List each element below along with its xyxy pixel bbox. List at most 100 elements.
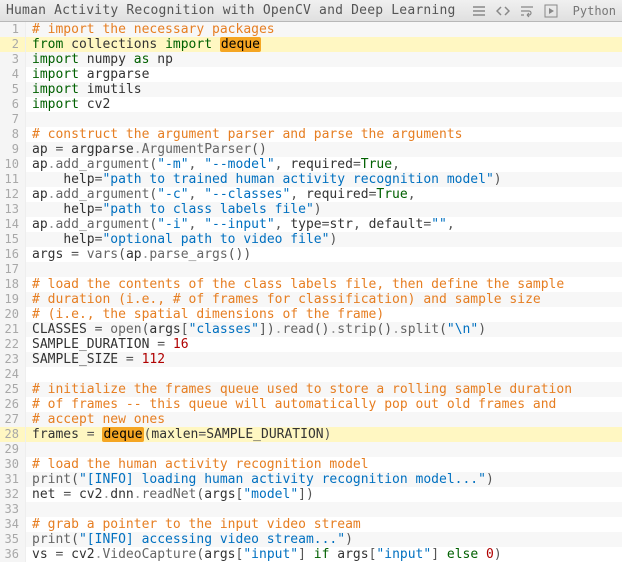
code-line[interactable]: 18# load the contents of the class label… bbox=[0, 277, 622, 292]
language-label[interactable]: Python bbox=[573, 4, 616, 18]
code-line[interactable]: 20# (i.e., the spatial dimensions of the… bbox=[0, 307, 622, 322]
code-line[interactable]: 35print("[INFO] accessing video stream..… bbox=[0, 532, 622, 547]
line-number: 22 bbox=[0, 337, 26, 352]
code-content: # load the contents of the class labels … bbox=[26, 277, 622, 292]
line-number: 23 bbox=[0, 352, 26, 367]
code-content: ap = argparse.ArgumentParser() bbox=[26, 142, 622, 157]
line-number: 21 bbox=[0, 322, 26, 337]
code-line[interactable]: 10ap.add_argument("-m", "--model", requi… bbox=[0, 157, 622, 172]
code-content: # load the human activity recognition mo… bbox=[26, 457, 622, 472]
code-line[interactable]: 26# of frames -- this queue will automat… bbox=[0, 397, 622, 412]
code-line[interactable]: 33 bbox=[0, 502, 622, 517]
code-line[interactable]: 9ap = argparse.ArgumentParser() bbox=[0, 142, 622, 157]
code-line[interactable]: 27# accept new ones bbox=[0, 412, 622, 427]
code-line[interactable]: 3import numpy as np bbox=[0, 52, 622, 67]
code-line[interactable]: 5import imutils bbox=[0, 82, 622, 97]
code-line[interactable]: 34# grab a pointer to the input video st… bbox=[0, 517, 622, 532]
code-content: SAMPLE_DURATION = 16 bbox=[26, 337, 622, 352]
code-editor[interactable]: 1# import the necessary packages2from co… bbox=[0, 22, 622, 566]
code-line[interactable]: 13 help="path to class labels file") bbox=[0, 202, 622, 217]
code-line[interactable]: 12ap.add_argument("-c", "--classes", req… bbox=[0, 187, 622, 202]
code-content: args = vars(ap.parse_args()) bbox=[26, 247, 622, 262]
window-title: Human Activity Recognition with OpenCV a… bbox=[6, 3, 471, 18]
wrap-icon[interactable] bbox=[519, 3, 535, 19]
code-content: ap.add_argument("-i", "--input", type=st… bbox=[26, 217, 622, 232]
title-bar: Human Activity Recognition with OpenCV a… bbox=[0, 0, 622, 22]
code-line[interactable]: 28frames = deque(maxlen=SAMPLE_DURATION) bbox=[0, 427, 622, 442]
run-icon[interactable] bbox=[543, 3, 559, 19]
line-number: 2 bbox=[0, 37, 26, 52]
line-number: 4 bbox=[0, 67, 26, 82]
code-line[interactable]: 2from collections import deque bbox=[0, 37, 622, 52]
line-number: 7 bbox=[0, 112, 26, 127]
line-number: 15 bbox=[0, 232, 26, 247]
code-content: # grab a pointer to the input video stre… bbox=[26, 517, 622, 532]
line-number: 35 bbox=[0, 532, 26, 547]
line-number: 33 bbox=[0, 502, 26, 517]
code-line[interactable]: 17 bbox=[0, 262, 622, 277]
code-line[interactable]: 29 bbox=[0, 442, 622, 457]
code-line[interactable]: 30# load the human activity recognition … bbox=[0, 457, 622, 472]
code-content: CLASSES = open(args["classes"]).read().s… bbox=[26, 322, 622, 337]
code-content: vs = cv2.VideoCapture(args["input"] if a… bbox=[26, 547, 622, 562]
title-icons: Python bbox=[471, 3, 616, 19]
code-line[interactable]: 31print("[INFO] loading human activity r… bbox=[0, 472, 622, 487]
code-content: # accept new ones bbox=[26, 412, 622, 427]
code-line[interactable]: 6import cv2 bbox=[0, 97, 622, 112]
line-number: 3 bbox=[0, 52, 26, 67]
code-content bbox=[26, 112, 622, 127]
line-number: 28 bbox=[0, 427, 26, 442]
code-line[interactable]: 1# import the necessary packages bbox=[0, 22, 622, 37]
line-number: 5 bbox=[0, 82, 26, 97]
code-content: # import the necessary packages bbox=[26, 22, 622, 37]
code-content: # construct the argument parser and pars… bbox=[26, 127, 622, 142]
code-line[interactable]: 8# construct the argument parser and par… bbox=[0, 127, 622, 142]
code-line[interactable]: 7 bbox=[0, 112, 622, 127]
code-content bbox=[26, 502, 622, 517]
code-line[interactable]: 11 help="path to trained human activity … bbox=[0, 172, 622, 187]
line-number: 30 bbox=[0, 457, 26, 472]
code-content: import cv2 bbox=[26, 97, 622, 112]
code-content: # initialize the frames queue used to st… bbox=[26, 382, 622, 397]
line-number: 14 bbox=[0, 217, 26, 232]
line-number: 25 bbox=[0, 382, 26, 397]
code-line[interactable]: 24 bbox=[0, 367, 622, 382]
line-number: 26 bbox=[0, 397, 26, 412]
code-content bbox=[26, 442, 622, 457]
line-number: 10 bbox=[0, 157, 26, 172]
code-content: help="optional path to video file") bbox=[26, 232, 622, 247]
code-line[interactable]: 4import argparse bbox=[0, 67, 622, 82]
code-content: # duration (i.e., # of frames for classi… bbox=[26, 292, 622, 307]
code-content: frames = deque(maxlen=SAMPLE_DURATION) bbox=[26, 427, 622, 442]
code-content: # of frames -- this queue will automatic… bbox=[26, 397, 622, 412]
code-line[interactable]: 21CLASSES = open(args["classes"]).read()… bbox=[0, 322, 622, 337]
line-number: 20 bbox=[0, 307, 26, 322]
line-number: 27 bbox=[0, 412, 26, 427]
line-number: 13 bbox=[0, 202, 26, 217]
menu-icon[interactable] bbox=[471, 3, 487, 19]
code-content: help="path to trained human activity rec… bbox=[26, 172, 622, 187]
code-icon[interactable] bbox=[495, 3, 511, 19]
code-line[interactable]: 32net = cv2.dnn.readNet(args["model"]) bbox=[0, 487, 622, 502]
code-line[interactable]: 15 help="optional path to video file") bbox=[0, 232, 622, 247]
code-line[interactable]: 25# initialize the frames queue used to … bbox=[0, 382, 622, 397]
code-content: help="path to class labels file") bbox=[26, 202, 622, 217]
line-number: 36 bbox=[0, 547, 26, 562]
code-content bbox=[26, 367, 622, 382]
line-number: 9 bbox=[0, 142, 26, 157]
code-line[interactable]: 36vs = cv2.VideoCapture(args["input"] if… bbox=[0, 547, 622, 562]
line-number: 24 bbox=[0, 367, 26, 382]
code-content: net = cv2.dnn.readNet(args["model"]) bbox=[26, 487, 622, 502]
code-line[interactable]: 16args = vars(ap.parse_args()) bbox=[0, 247, 622, 262]
line-number: 11 bbox=[0, 172, 26, 187]
code-content: print("[INFO] loading human activity rec… bbox=[26, 472, 622, 487]
code-line[interactable]: 22SAMPLE_DURATION = 16 bbox=[0, 337, 622, 352]
line-number: 18 bbox=[0, 277, 26, 292]
code-content: SAMPLE_SIZE = 112 bbox=[26, 352, 622, 367]
code-line[interactable]: 23SAMPLE_SIZE = 112 bbox=[0, 352, 622, 367]
line-number: 34 bbox=[0, 517, 26, 532]
code-line[interactable]: 19# duration (i.e., # of frames for clas… bbox=[0, 292, 622, 307]
code-line[interactable]: 14ap.add_argument("-i", "--input", type=… bbox=[0, 217, 622, 232]
code-content: ap.add_argument("-c", "--classes", requi… bbox=[26, 187, 622, 202]
line-number: 8 bbox=[0, 127, 26, 142]
